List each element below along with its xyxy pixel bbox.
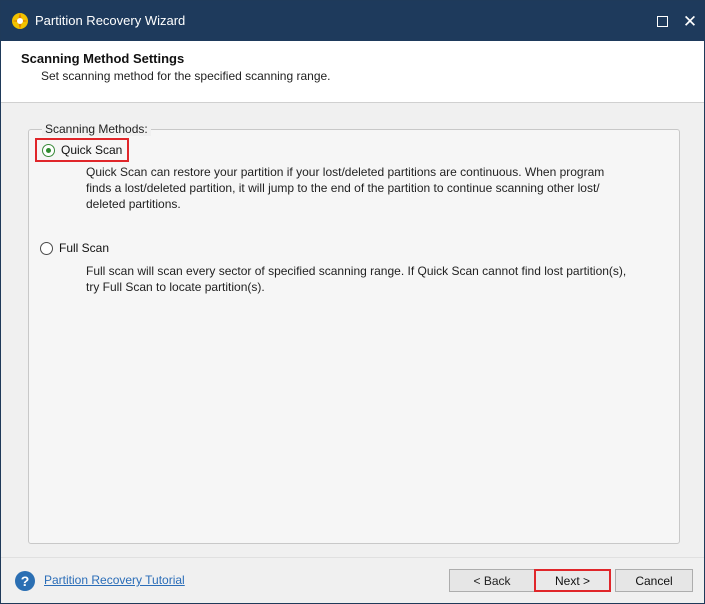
full-scan-radio[interactable] — [40, 241, 53, 255]
next-button[interactable]: Next > — [534, 569, 611, 592]
back-button[interactable]: < Back — [449, 569, 535, 592]
description-line: finds a lost/deleted partition, it will … — [86, 181, 600, 195]
close-button[interactable]: ✕ — [676, 7, 704, 35]
description-line: Quick Scan can restore your partition if… — [86, 165, 605, 179]
quick-scan-description: Quick Scan can restore your partition if… — [86, 164, 666, 212]
description-line: try Full Scan to locate partition(s). — [86, 280, 265, 294]
page-subtitle: Set scanning method for the specified sc… — [41, 69, 331, 83]
full-scan-label: Full Scan — [59, 241, 110, 255]
quick-scan-radio[interactable] — [42, 143, 55, 157]
header-panel: Scanning Method Settings Set scanning me… — [1, 41, 704, 103]
wizard-window: Partition Recovery Wizard ✕ Scanning Met… — [0, 0, 705, 604]
page-title: Scanning Method Settings — [21, 51, 185, 66]
partition-recovery-tutorial-link[interactable]: Partition Recovery Tutorial — [44, 573, 185, 587]
full-scan-description: Full scan will scan every sector of spec… — [86, 263, 666, 295]
description-line: deleted partitions. — [86, 197, 181, 211]
maximize-button[interactable] — [648, 7, 676, 35]
full-scan-option[interactable]: Full Scan — [40, 238, 109, 258]
description-line: Full scan will scan every sector of spec… — [86, 264, 627, 278]
quick-scan-option[interactable]: Quick Scan — [35, 138, 129, 162]
partition-wizard-logo-icon — [12, 13, 28, 29]
close-icon: ✕ — [682, 11, 698, 31]
help-icon[interactable]: ? — [15, 571, 35, 591]
scanning-methods-legend: Scanning Methods: — [42, 122, 151, 136]
quick-scan-label: Quick Scan — [61, 143, 123, 157]
footer-divider — [1, 557, 704, 558]
maximize-icon — [656, 15, 668, 27]
title-bar[interactable]: Partition Recovery Wizard ✕ — [1, 1, 704, 41]
window-title: Partition Recovery Wizard — [35, 13, 186, 28]
cancel-button[interactable]: Cancel — [615, 569, 693, 592]
